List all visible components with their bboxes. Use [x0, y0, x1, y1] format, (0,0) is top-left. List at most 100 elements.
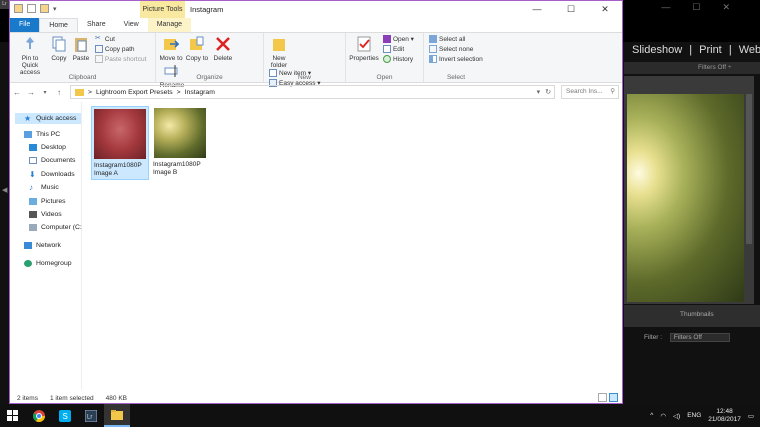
- select-all-icon: [429, 35, 437, 43]
- scissors-icon: ✂: [94, 35, 101, 42]
- properties-checkmark-icon: [357, 36, 371, 52]
- customize-toolbar-icon[interactable]: ▾: [53, 5, 57, 13]
- invert-selection-button[interactable]: Invert selection: [429, 55, 483, 63]
- nav-computer-c[interactable]: Computer (C:: [29, 224, 82, 231]
- maximize-button[interactable]: ☐: [554, 1, 588, 18]
- lightroom-scrollbar[interactable]: [746, 94, 752, 244]
- delete-x-icon: [216, 37, 230, 51]
- nav-desktop[interactable]: Desktop: [29, 144, 66, 151]
- svg-text:Lr: Lr: [87, 414, 92, 420]
- taskbar-skype[interactable]: S: [52, 404, 78, 427]
- tab-file[interactable]: File: [10, 18, 40, 32]
- select-all-button[interactable]: Select all: [429, 35, 483, 43]
- tab-home[interactable]: Home: [39, 18, 78, 32]
- filter-label: Filter :: [644, 334, 663, 341]
- folder-icon[interactable]: [14, 4, 23, 13]
- status-bar: 2 items 1 item selected 480 KB: [10, 392, 622, 404]
- lightroom-filters-off-top[interactable]: Filters Off ÷: [698, 64, 731, 71]
- copy-button[interactable]: Copy: [49, 35, 69, 62]
- desktop-icon: [29, 144, 37, 151]
- nav-network[interactable]: Network: [24, 242, 61, 249]
- taskbar-chrome[interactable]: [26, 404, 52, 427]
- tab-share[interactable]: Share: [78, 18, 115, 32]
- module-slideshow[interactable]: Slideshow: [632, 44, 682, 56]
- paste-shortcut-button[interactable]: Paste shortcut: [94, 55, 146, 63]
- open-group: Properties Open ▾ Edit History Open: [346, 33, 424, 82]
- breadcrumb-separator[interactable]: >: [88, 89, 92, 96]
- taskbar-lightroom[interactable]: Lr: [78, 404, 104, 427]
- nav-downloads[interactable]: ⬇ Downloads: [29, 171, 75, 179]
- properties-button[interactable]: Properties: [349, 35, 379, 62]
- module-web[interactable]: Web: [739, 44, 760, 56]
- back-arrow-icon[interactable]: ←: [10, 88, 24, 97]
- show-hidden-icons-icon[interactable]: ^: [650, 412, 653, 419]
- breadcrumb-instagram[interactable]: Instagram: [185, 89, 215, 96]
- lightroom-window-controls[interactable]: —☐✕: [661, 2, 752, 13]
- minimize-button[interactable]: —: [520, 1, 554, 18]
- action-center-icon[interactable]: ▭: [748, 412, 754, 420]
- nav-homegroup[interactable]: Homegroup: [24, 260, 72, 267]
- new-folder-button[interactable]: New folder: [267, 35, 291, 69]
- copy-to-button[interactable]: Copy to: [185, 35, 209, 62]
- lightroom-preview-photo[interactable]: [627, 94, 744, 302]
- selection-count: 1 item selected: [49, 394, 94, 402]
- open-icon: [382, 35, 391, 43]
- taskbar-file-explorer[interactable]: [104, 404, 130, 427]
- clipboard-group: Pin to Quick access Copy Paste ✂ Cut Copy…: [10, 33, 156, 82]
- clock[interactable]: 12:48 21/08/2017: [708, 408, 741, 424]
- close-button[interactable]: ✕: [588, 1, 622, 18]
- lightroom-thumbnails-slider[interactable]: Thumbnails: [680, 311, 714, 318]
- volume-icon[interactable]: ◁): [673, 412, 680, 420]
- select-none-icon: [429, 45, 437, 53]
- history-button[interactable]: History: [382, 55, 414, 63]
- wifi-icon[interactable]: ◠: [660, 412, 666, 420]
- nav-this-pc[interactable]: This PC: [24, 131, 60, 138]
- properties-icon[interactable]: [27, 4, 36, 13]
- lightroom-left-panel-toggle-icon[interactable]: ◀: [2, 186, 7, 194]
- copy-path-button[interactable]: Copy path: [94, 45, 147, 53]
- language-indicator[interactable]: ENG: [687, 412, 701, 419]
- network-icon: [24, 242, 32, 249]
- open-button[interactable]: Open ▾: [382, 35, 414, 43]
- up-arrow-icon[interactable]: ↑: [52, 88, 66, 97]
- module-print[interactable]: Print: [699, 44, 722, 56]
- search-input[interactable]: Search Ins... ⚲: [561, 85, 619, 99]
- nav-videos[interactable]: Videos: [29, 211, 62, 218]
- address-dropdown-icon[interactable]: ▾: [537, 88, 540, 96]
- tab-manage[interactable]: Manage: [147, 18, 191, 32]
- start-button[interactable]: [0, 404, 26, 427]
- navigation-bar: ← → ▾ ↑ > Lightroom Export Presets > Ins…: [10, 84, 622, 100]
- nav-music[interactable]: ♪ Music: [29, 183, 59, 192]
- move-to-button[interactable]: Move to: [159, 35, 183, 62]
- nav-quick-access[interactable]: ★ Quick access: [15, 113, 81, 124]
- file-item[interactable]: Instagram1080P Image A: [91, 106, 149, 180]
- cut-button[interactable]: ✂ Cut: [95, 35, 147, 43]
- breadcrumb-separator[interactable]: >: [177, 89, 181, 96]
- copy-path-icon: [94, 45, 103, 53]
- file-item[interactable]: Instagram1080P Image B: [151, 106, 209, 180]
- nav-pictures[interactable]: Pictures: [29, 198, 66, 205]
- copy-to-icon: [189, 36, 204, 50]
- taskbar: S Lr ^ ◠ ◁) ENG 12:48 21/08/2017 ▭: [0, 404, 760, 427]
- filter-dropdown[interactable]: Filters Off: [669, 333, 730, 342]
- refresh-icon[interactable]: ↻: [545, 88, 551, 96]
- large-icons-view-icon[interactable]: [609, 393, 618, 402]
- computer-icon: [24, 131, 32, 138]
- delete-button[interactable]: Delete: [211, 35, 235, 62]
- organize-group: Move to Copy to Delete Rename Organize: [156, 33, 264, 89]
- recent-locations-icon[interactable]: ▾: [38, 89, 52, 96]
- lightroom-module-picker[interactable]: Slideshow | Print | Web: [632, 44, 760, 56]
- breadcrumb-lightroom-export-presets[interactable]: Lightroom Export Presets: [96, 89, 173, 96]
- music-note-icon: ♪: [29, 183, 33, 192]
- forward-arrow-icon[interactable]: →: [24, 88, 38, 97]
- pin-to-quick-access-button[interactable]: Pin to Quick access: [13, 35, 47, 76]
- edit-button[interactable]: Edit: [382, 45, 414, 53]
- paste-button[interactable]: Paste: [71, 35, 91, 62]
- select-none-button[interactable]: Select none: [429, 45, 483, 53]
- tab-view[interactable]: View: [115, 18, 148, 32]
- new-folder-icon[interactable]: [40, 4, 49, 13]
- nav-documents[interactable]: Documents: [29, 157, 75, 164]
- new-folder-icon: [273, 39, 285, 51]
- details-view-icon[interactable]: [598, 393, 607, 402]
- address-bar[interactable]: > Lightroom Export Presets > Instagram ▾…: [70, 85, 555, 99]
